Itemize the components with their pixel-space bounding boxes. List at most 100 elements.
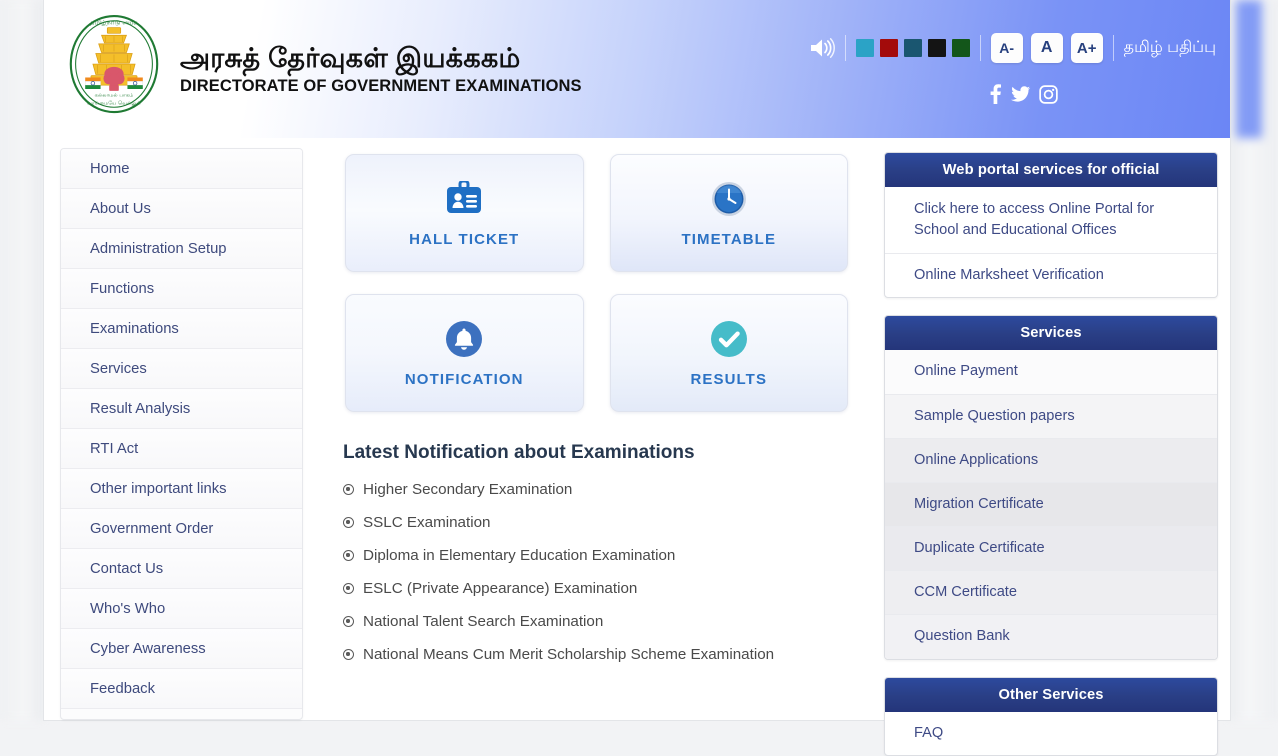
notification-label: ESLC (Private Appearance) Examination bbox=[363, 580, 638, 597]
panel-title-other-services: Other Services bbox=[885, 677, 1217, 712]
sidebar-item-examinations[interactable]: Examinations bbox=[61, 309, 302, 349]
font-normal-button[interactable]: A bbox=[1030, 33, 1063, 63]
id-badge-icon bbox=[445, 179, 483, 219]
main-content: HALL TICKET TIMETABLE NOTIFICATION RESUL… bbox=[317, 148, 870, 720]
check-circle-icon bbox=[710, 319, 748, 359]
svg-text:வாய்மையே வெல்லும்: வாய்மையே வெல்லும் bbox=[87, 100, 141, 106]
notification-label: National Means Cum Merit Scholarship Sch… bbox=[363, 646, 775, 663]
bullet-dot-icon bbox=[343, 550, 354, 561]
panel-other-services: Other Services FAQ bbox=[884, 676, 1218, 756]
panel-link-ccm-certificate[interactable]: CCM Certificate bbox=[885, 571, 1217, 616]
notification-label: National Talent Search Examination bbox=[363, 613, 604, 630]
notification-label: Higher Secondary Examination bbox=[363, 481, 573, 498]
card-hall-ticket[interactable]: HALL TICKET bbox=[345, 154, 584, 272]
sidebar-item-government-order[interactable]: Government Order bbox=[61, 509, 302, 549]
notification-item-sslc[interactable]: SSLC Examination bbox=[343, 514, 848, 531]
site-title-tamil: அரசுத் தேர்வுகள் இயக்ககம் bbox=[180, 42, 521, 73]
sidebar-item-about-us[interactable]: About Us bbox=[61, 189, 302, 229]
bullet-dot-icon bbox=[343, 517, 354, 528]
panel-link-migration-certificate[interactable]: Migration Certificate bbox=[885, 482, 1217, 528]
notification-item-nmms[interactable]: National Means Cum Merit Scholarship Sch… bbox=[343, 646, 848, 663]
page-container: கல்லாமல் பாகம் வாய்மையே வெல்லும் தமிழ்நா… bbox=[44, 0, 1230, 756]
notification-item-diploma-elementary[interactable]: Diploma in Elementary Education Examinat… bbox=[343, 547, 848, 564]
sidebar-item-other-important-links[interactable]: Other important links bbox=[61, 469, 302, 509]
font-size-controls: A- A A+ bbox=[990, 33, 1103, 63]
notifications-heading: Latest Notification about Examinations bbox=[343, 442, 695, 463]
accessibility-toolbar: A- A A+ தமிழ் பதிப்பு bbox=[809, 33, 1216, 63]
facebook-icon[interactable] bbox=[988, 84, 1003, 104]
quick-link-cards: HALL TICKET TIMETABLE NOTIFICATION RESUL… bbox=[321, 148, 870, 412]
sidebar-item-contact-us[interactable]: Contact Us bbox=[61, 549, 302, 589]
notifications-list: Higher Secondary Examination SSLC Examin… bbox=[343, 481, 848, 663]
instagram-icon[interactable] bbox=[1039, 84, 1058, 104]
site-title-english: DIRECTORATE OF GOVERNMENT EXAMINATIONS bbox=[180, 77, 582, 96]
left-sidebar-nav: Home About Us Administration Setup Funct… bbox=[60, 148, 303, 720]
panel-title-web-portal-services: Web portal services for official bbox=[885, 153, 1217, 187]
theme-swatch-dark-red[interactable] bbox=[879, 39, 898, 57]
panel-link-duplicate-certificate[interactable]: Duplicate Certificate bbox=[885, 527, 1217, 572]
card-label-notification: NOTIFICATION bbox=[404, 370, 524, 388]
notification-item-eslc-private[interactable]: ESLC (Private Appearance) Examination bbox=[343, 580, 848, 597]
font-decrease-button[interactable]: A- bbox=[990, 33, 1023, 63]
panel-title-services: Services bbox=[885, 316, 1217, 351]
toolbar-divider-2 bbox=[979, 35, 981, 61]
speaker-icon[interactable] bbox=[809, 36, 835, 60]
theme-swatch-dark-green[interactable] bbox=[951, 39, 970, 57]
social-links bbox=[988, 84, 1058, 104]
sidebar-item-services[interactable]: Services bbox=[61, 349, 302, 389]
panel-link-online-payment[interactable]: Online Payment bbox=[885, 350, 1217, 395]
card-timetable[interactable]: TIMETABLE bbox=[609, 154, 848, 272]
theme-color-swatches bbox=[855, 39, 970, 57]
twitter-icon[interactable] bbox=[1011, 84, 1031, 104]
toolbar-divider-1 bbox=[844, 35, 846, 61]
font-increase-button[interactable]: A+ bbox=[1070, 33, 1103, 63]
panel-link-faq[interactable]: FAQ bbox=[885, 712, 1217, 755]
sidebar-item-feedback[interactable]: Feedback bbox=[61, 669, 302, 709]
page-left-edge-decoration bbox=[0, 0, 44, 720]
bullet-dot-icon bbox=[343, 616, 354, 627]
theme-swatch-dark-teal[interactable] bbox=[903, 39, 922, 57]
theme-swatch-cyan[interactable] bbox=[855, 39, 874, 57]
panel-link-sample-question-papers[interactable]: Sample Question papers bbox=[885, 394, 1217, 439]
sidebar-item-administration-setup[interactable]: Administration Setup bbox=[61, 229, 302, 269]
site-title-block: அரசுத் தேர்வுகள் இயக்ககம் DIRECTORATE OF… bbox=[180, 34, 582, 96]
sidebar-item-whos-who[interactable]: Who's Who bbox=[61, 589, 302, 629]
panel-web-portal-services: Web portal services for official Click h… bbox=[884, 152, 1218, 299]
panel-link-online-marksheet-verification[interactable]: Online Marksheet Verification bbox=[885, 254, 1217, 297]
page-body: Home About Us Administration Setup Funct… bbox=[44, 138, 1230, 756]
notification-item-ntse[interactable]: National Talent Search Examination bbox=[343, 613, 848, 630]
sidebar-item-functions[interactable]: Functions bbox=[61, 269, 302, 309]
card-label-timetable: TIMETABLE bbox=[681, 230, 777, 248]
notification-label: Diploma in Elementary Education Examinat… bbox=[363, 547, 676, 564]
right-sidebar: Web portal services for official Click h… bbox=[884, 148, 1218, 756]
site-brand[interactable]: கல்லாமல் பாகம் வாய்மையே வெல்லும் தமிழ்நா… bbox=[44, 0, 582, 116]
tamil-version-link[interactable]: தமிழ் பதிப்பு bbox=[1124, 38, 1216, 58]
tamil-nadu-government-emblem: கல்லாமல் பாகம் வாய்மையே வெல்லும் தமிழ்நா… bbox=[69, 14, 159, 114]
sidebar-item-home[interactable]: Home bbox=[61, 149, 302, 189]
svg-text:கல்லாமல் பாகம்: கல்லாமல் பாகம் bbox=[95, 93, 134, 99]
panel-link-online-portal-schools[interactable]: Click here to access Online Portal for S… bbox=[885, 187, 1217, 255]
panel-link-question-bank[interactable]: Question Bank bbox=[885, 615, 1217, 659]
notification-item-higher-secondary[interactable]: Higher Secondary Examination bbox=[343, 481, 848, 498]
toolbar-divider-3 bbox=[1112, 35, 1114, 61]
notification-label: SSLC Examination bbox=[363, 514, 491, 531]
clock-icon bbox=[711, 179, 747, 219]
bullet-dot-icon bbox=[343, 649, 354, 660]
panel-link-online-applications[interactable]: Online Applications bbox=[885, 438, 1217, 483]
bullet-dot-icon bbox=[343, 484, 354, 495]
card-results[interactable]: RESULTS bbox=[609, 294, 848, 412]
theme-swatch-black[interactable] bbox=[927, 39, 946, 57]
sidebar-item-cyber-awareness[interactable]: Cyber Awareness bbox=[61, 629, 302, 669]
sidebar-item-rti-act[interactable]: RTI Act bbox=[61, 429, 302, 469]
latest-notifications-section: Latest Notification about Examinations H… bbox=[321, 412, 870, 663]
card-label-hall-ticket: HALL TICKET bbox=[409, 230, 520, 248]
card-notification[interactable]: NOTIFICATION bbox=[345, 294, 584, 412]
page-right-edge-decoration bbox=[1228, 0, 1278, 720]
sidebar-item-result-analysis[interactable]: Result Analysis bbox=[61, 389, 302, 429]
bullet-dot-icon bbox=[343, 583, 354, 594]
svg-text:தமிழ்நாடு அரசு: தமிழ்நாடு அரசு bbox=[90, 19, 138, 27]
card-label-results: RESULTS bbox=[690, 370, 768, 388]
site-header: கல்லாமல் பாகம் வாய்மையே வெல்லும் தமிழ்நா… bbox=[44, 0, 1230, 138]
panel-services: Services Online Payment Sample Question … bbox=[884, 315, 1218, 660]
bell-icon bbox=[445, 319, 483, 359]
